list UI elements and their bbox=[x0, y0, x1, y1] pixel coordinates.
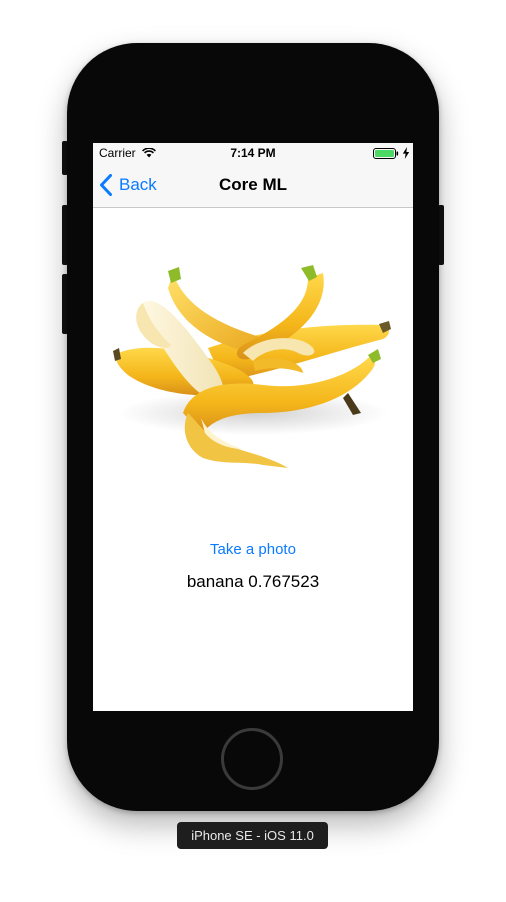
device-label: iPhone SE - iOS 11.0 bbox=[177, 822, 328, 849]
status-bar: Carrier 7:14 PM bbox=[93, 143, 413, 163]
charging-bolt-icon bbox=[402, 147, 410, 159]
navigation-bar: Back Core ML bbox=[93, 163, 413, 208]
status-time: 7:14 PM bbox=[230, 146, 276, 160]
home-button[interactable] bbox=[221, 728, 283, 790]
nav-title: Core ML bbox=[219, 175, 287, 194]
classification-result: banana 0.767523 bbox=[186, 572, 320, 591]
device-screen: Carrier 7:14 PM Back Core ML Take a phot… bbox=[93, 143, 413, 711]
banana-photo bbox=[113, 265, 391, 468]
simulator-stage: Carrier 7:14 PM Back Core ML Take a phot… bbox=[0, 0, 506, 902]
take-photo-button[interactable]: Take a photo bbox=[93, 541, 413, 558]
battery-icon bbox=[373, 148, 399, 159]
